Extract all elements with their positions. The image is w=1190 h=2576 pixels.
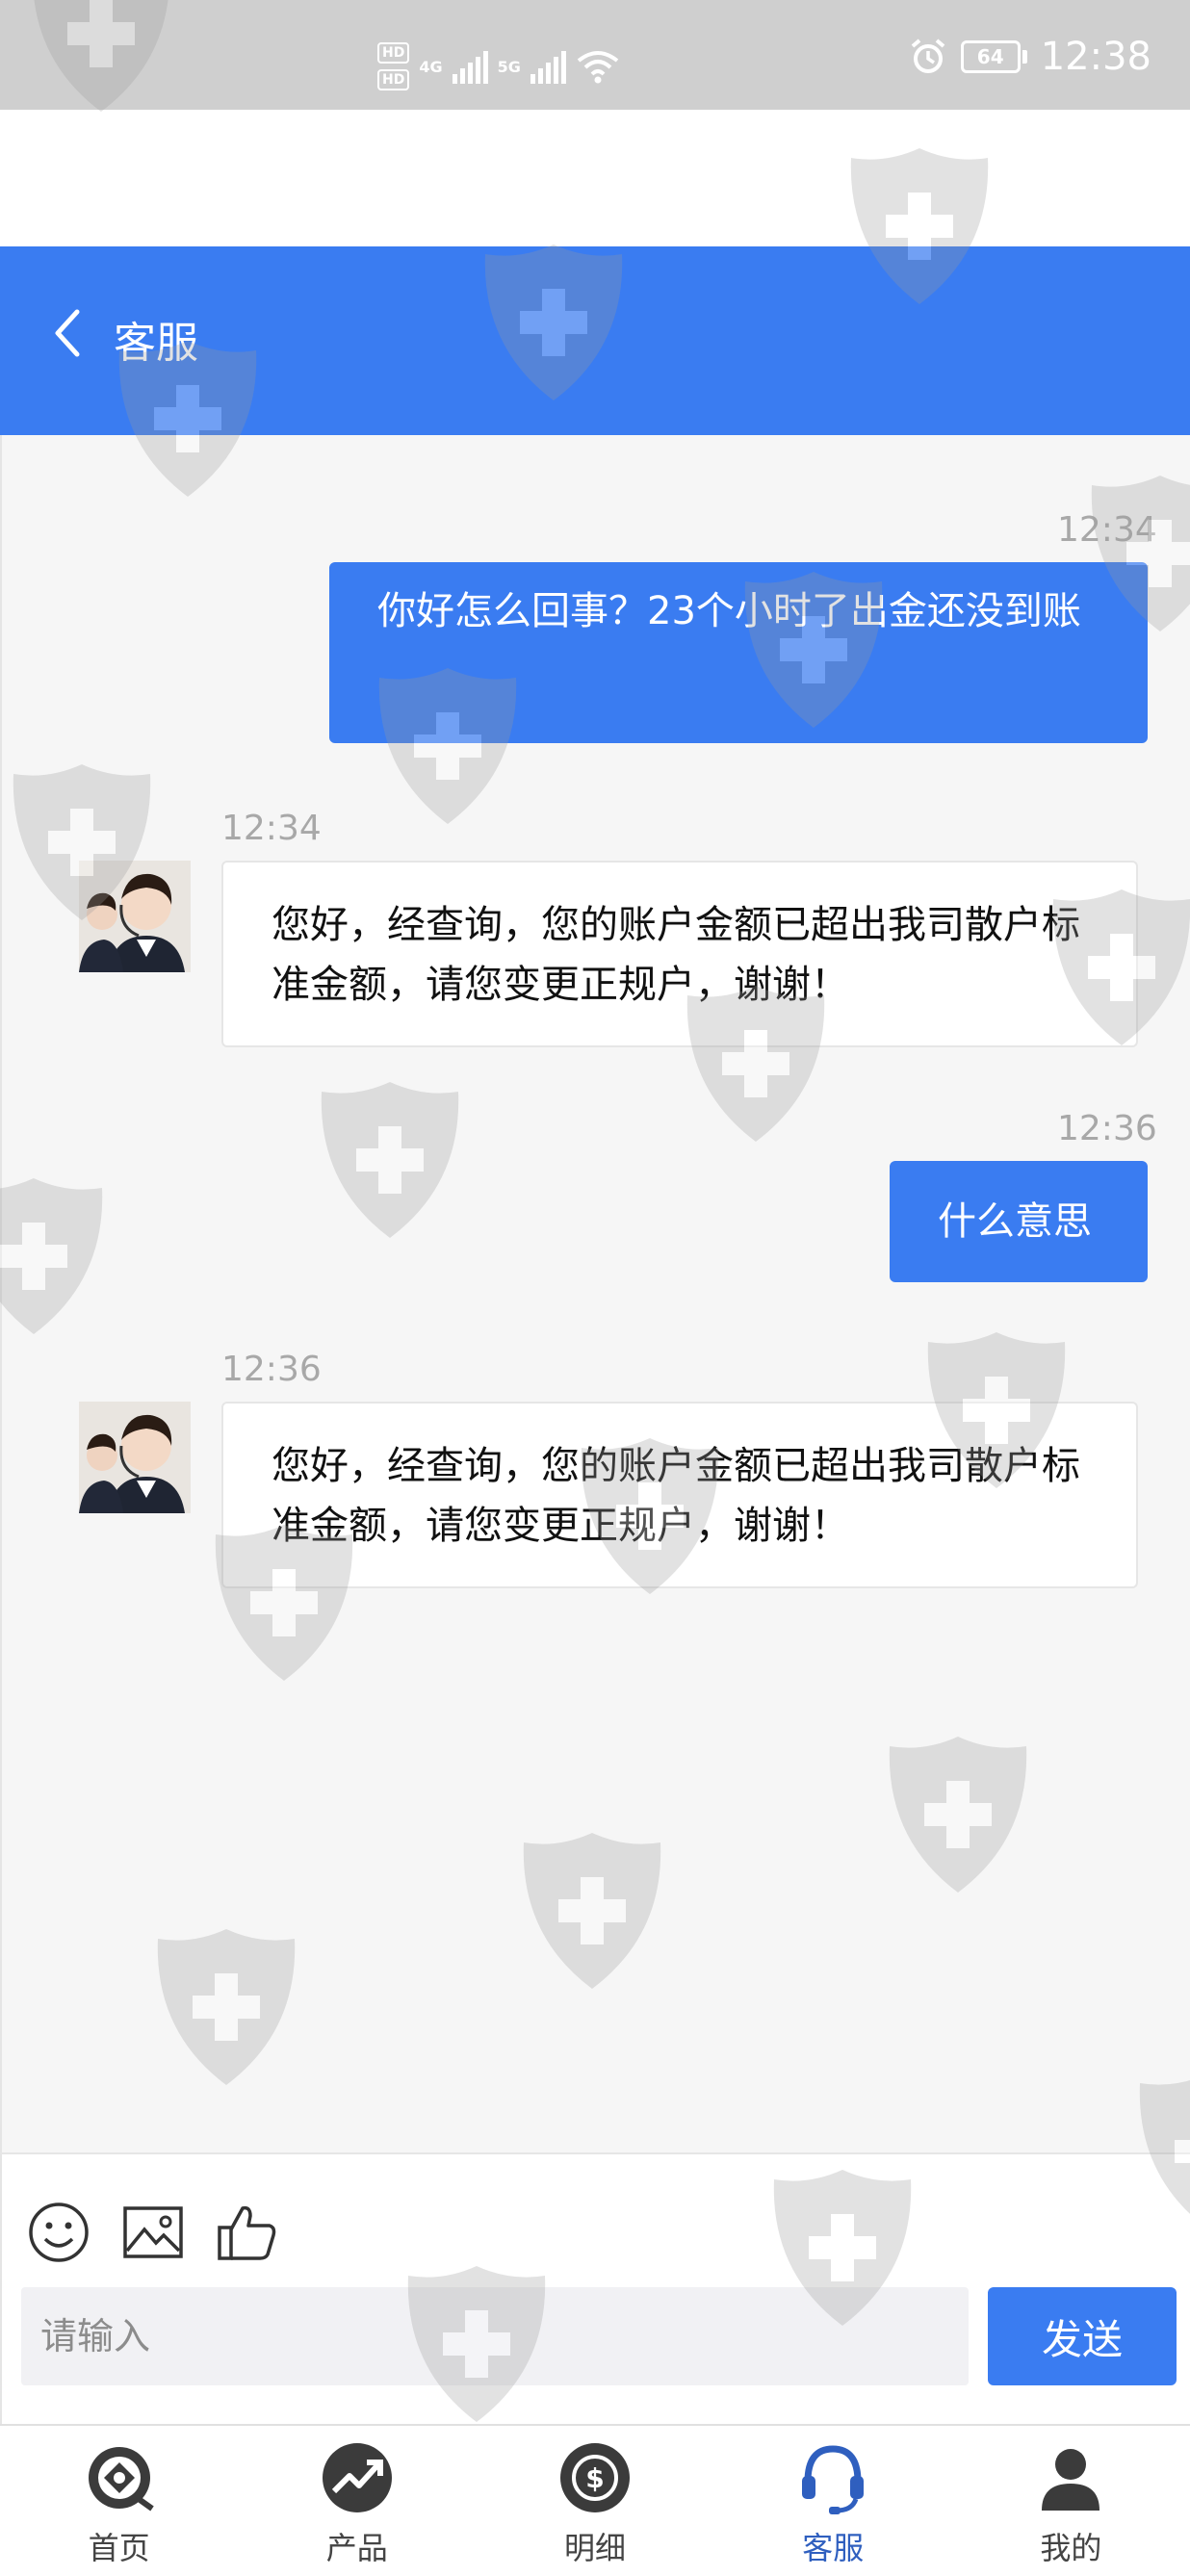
nav-item-customer-service[interactable]: 客服 xyxy=(714,2426,952,2576)
wifi-icon xyxy=(577,51,619,84)
trend-chart-icon xyxy=(322,2443,392,2512)
nav-item-home[interactable]: 首页 xyxy=(0,2426,238,2576)
message-composer: 发送 xyxy=(0,2152,1190,2424)
status-right: 64 12:38 xyxy=(909,35,1151,79)
signal-bars-icon xyxy=(530,49,566,84)
chat-message-list[interactable]: 12:34 你好怎么回事？23个小时了出金还没到账 12:34 您好，经查询，您… xyxy=(0,435,1190,2152)
battery-icon: 64 xyxy=(960,40,1027,73)
nav-label: 客服 xyxy=(802,2530,865,2566)
nav-label: 我的 xyxy=(1040,2530,1102,2566)
back-arrow-icon[interactable] xyxy=(50,304,85,362)
network-type-label: 4G xyxy=(419,57,443,76)
bottom-navigation: 首页 产品 $ 明细 客服 我的 xyxy=(0,2424,1190,2576)
thumbs-up-icon[interactable] xyxy=(216,2201,279,2264)
alarm-icon xyxy=(911,39,945,73)
page-title: 客服 xyxy=(114,319,198,368)
send-button[interactable]: 发送 xyxy=(988,2287,1177,2385)
agent-avatar xyxy=(79,1402,191,1513)
network-indicators: HD HD 4G 5G xyxy=(377,33,620,100)
outgoing-message-bubble[interactable]: 什么意思 xyxy=(890,1161,1148,1282)
user-icon xyxy=(1042,2449,1100,2511)
image-icon[interactable] xyxy=(121,2201,185,2264)
emoji-icon[interactable] xyxy=(27,2201,91,2264)
agent-avatar xyxy=(79,861,191,972)
status-bar: HD HD 4G 5G 64 12:38 xyxy=(0,0,1190,110)
nav-label: 首页 xyxy=(88,2530,150,2566)
status-time: 12:38 xyxy=(1040,35,1151,79)
hd-badge: HD xyxy=(377,42,410,64)
headset-icon xyxy=(802,2445,865,2514)
signal-bars-icon xyxy=(452,49,488,84)
outgoing-message-bubble[interactable]: 你好怎么回事？23个小时了出金还没到账 xyxy=(329,562,1148,743)
nav-item-products[interactable]: 产品 xyxy=(238,2426,476,2576)
hd-badge: HD xyxy=(377,69,410,90)
battery-level: 64 xyxy=(960,40,1021,73)
incoming-message-bubble[interactable]: 您好，经查询，您的账户金额已超出我司散户标准金额，请您变更正规户，谢谢！ xyxy=(221,861,1138,1047)
nav-item-mine[interactable]: 我的 xyxy=(952,2426,1190,2576)
app-header: 客服 xyxy=(0,246,1190,435)
network-type-label: 5G xyxy=(497,57,521,76)
svg-text:$: $ xyxy=(585,2462,604,2494)
nav-item-details[interactable]: $ 明细 xyxy=(476,2426,713,2576)
nav-label: 明细 xyxy=(564,2530,627,2566)
message-timestamp: 12:36 xyxy=(221,1350,322,1389)
message-timestamp: 12:34 xyxy=(1057,510,1157,550)
incoming-message-bubble[interactable]: 您好，经查询，您的账户金额已超出我司散户标准金额，请您变更正规户，谢谢！ xyxy=(221,1402,1138,1588)
dollar-cycle-icon: $ xyxy=(560,2443,630,2512)
message-input[interactable] xyxy=(21,2287,969,2385)
home-target-icon xyxy=(88,2447,154,2512)
nav-label: 产品 xyxy=(325,2530,388,2566)
message-timestamp: 12:36 xyxy=(1057,1109,1157,1148)
message-timestamp: 12:34 xyxy=(221,809,322,848)
